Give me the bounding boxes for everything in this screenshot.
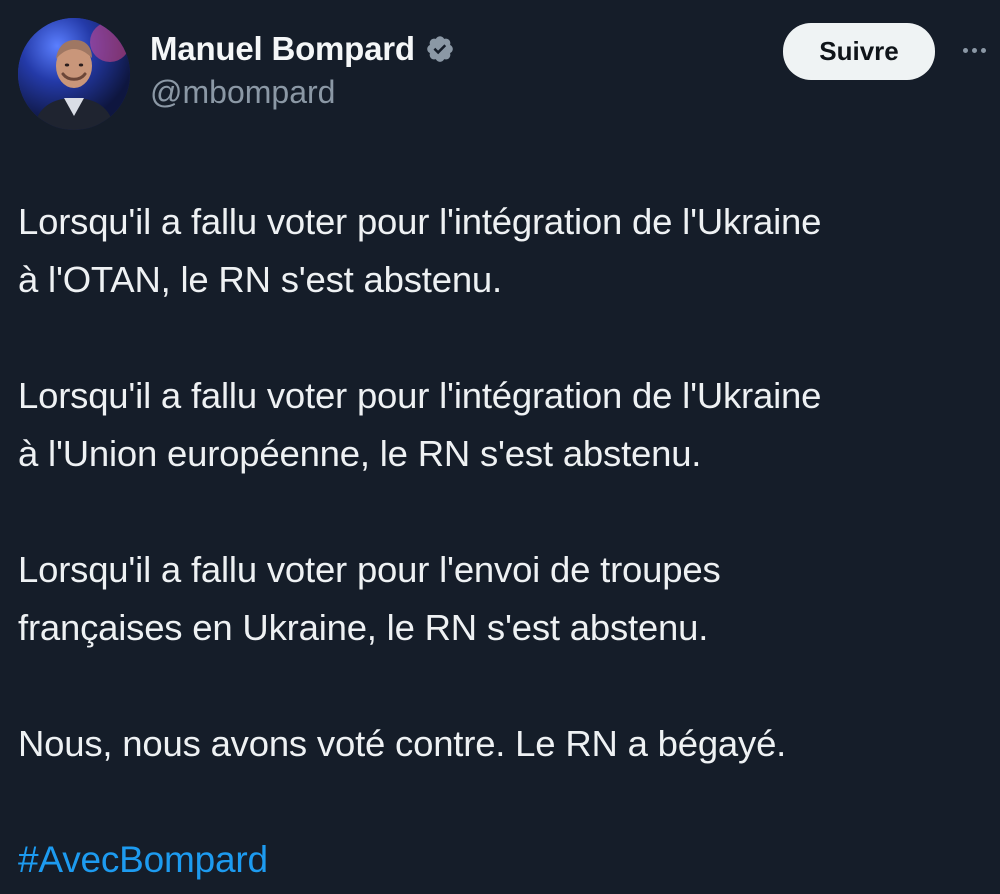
more-dot-icon <box>980 47 986 53</box>
tweet-header: Manuel Bompard @mbompard Suivre <box>18 18 988 132</box>
author-name-row: Manuel Bompard <box>150 30 455 68</box>
author-handle[interactable]: @mbompard <box>150 74 455 111</box>
tweet-body: Lorsqu'il a fallu voter pour l'intégrati… <box>18 193 988 889</box>
tweet-paragraph: Lorsqu'il a fallu voter pour l'envoi de … <box>18 549 721 648</box>
verified-badge-icon <box>425 34 455 64</box>
more-dot-icon <box>962 47 968 53</box>
follow-button[interactable]: Suivre <box>783 23 935 80</box>
tweet-paragraph: Lorsqu'il a fallu voter pour l'intégrati… <box>18 201 822 300</box>
tweet-paragraph: Lorsqu'il a fallu voter pour l'intégrati… <box>18 375 822 474</box>
author-identity: Manuel Bompard @mbompard <box>150 30 455 111</box>
tweet-paragraph: Nous, nous avons voté contre. Le RN a bé… <box>18 723 787 764</box>
tweet-card: Manuel Bompard @mbompard Suivre Lorsqu'i… <box>0 0 1000 894</box>
profile-avatar[interactable] <box>18 18 130 130</box>
hashtag-link[interactable]: #AvecBompard <box>18 831 988 889</box>
more-options-icon[interactable] <box>954 34 994 66</box>
author-display-name[interactable]: Manuel Bompard <box>150 30 415 68</box>
more-dot-icon <box>971 47 977 53</box>
